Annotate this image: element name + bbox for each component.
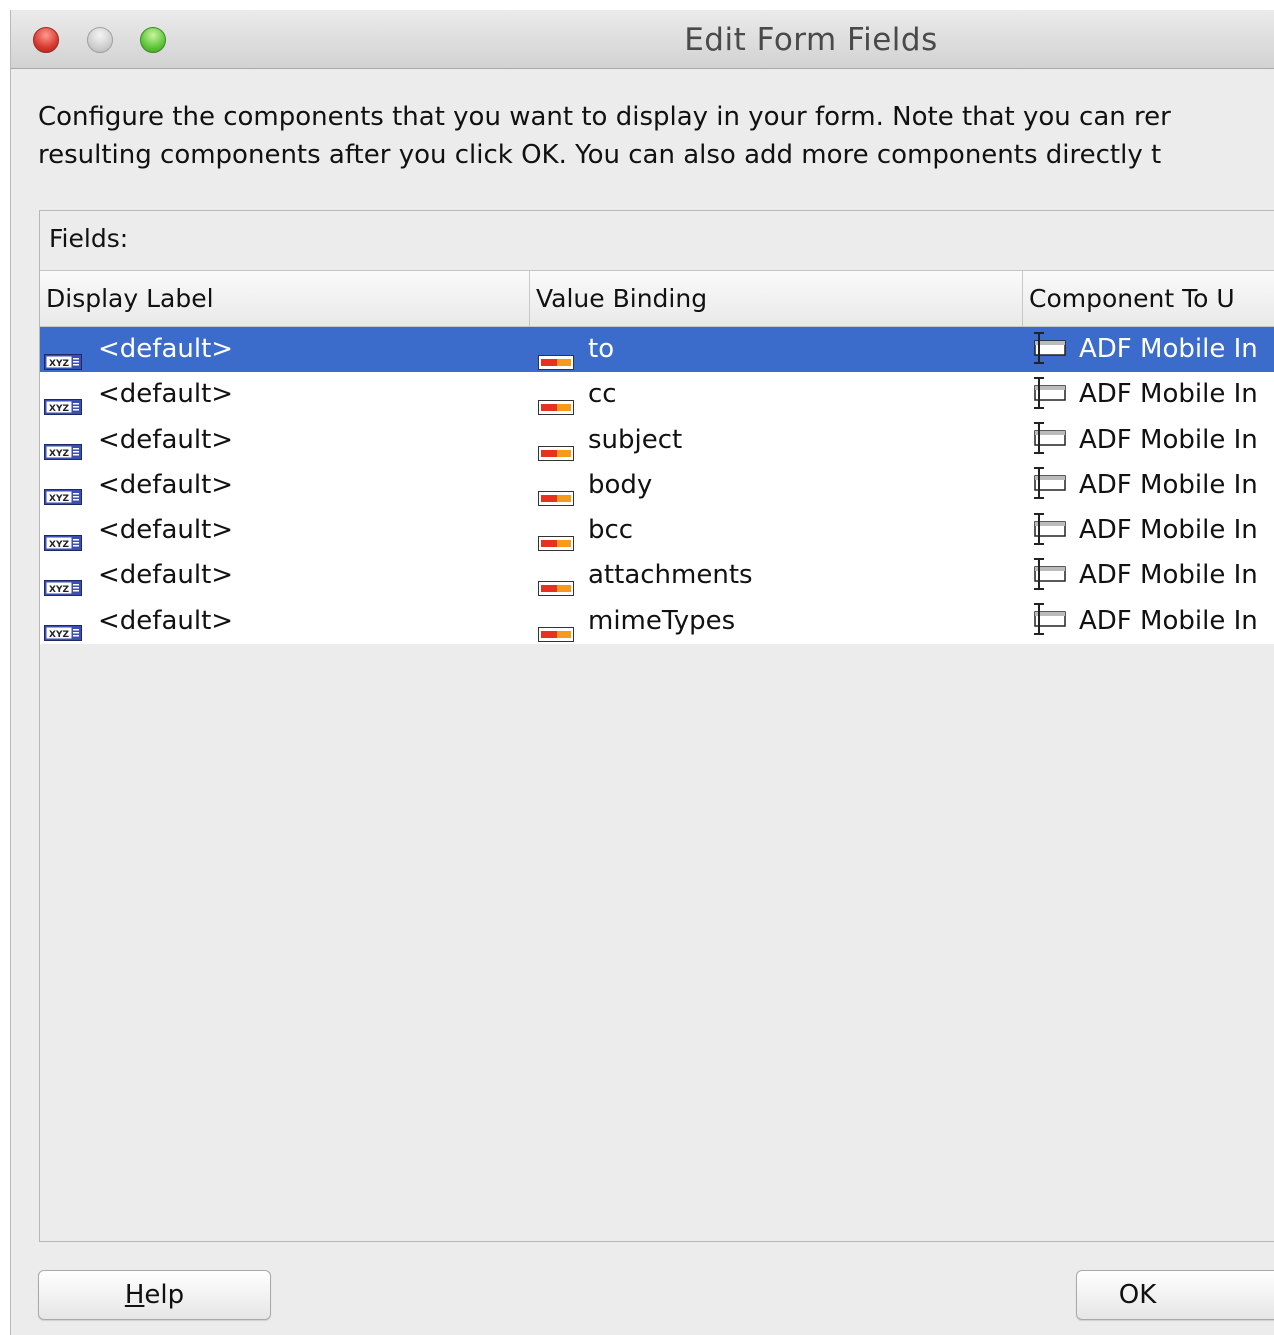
table-row[interactable]: XYZ <default> attachments ADF Mobile In xyxy=(40,553,1274,599)
window-title: Edit Form Fields xyxy=(684,22,938,58)
component-text: ADF Mobile In xyxy=(1079,334,1258,364)
attribute-binding-icon xyxy=(538,566,574,597)
display-label-text: <default> xyxy=(98,560,234,591)
value-binding-cell[interactable]: to xyxy=(538,327,1018,372)
display-label-text: <default> xyxy=(98,469,234,500)
display-label-cell[interactable]: XYZ <default> xyxy=(44,372,524,417)
display-label-cell[interactable]: XYZ <default> xyxy=(44,418,524,463)
display-label-cell[interactable]: XYZ <default> xyxy=(44,327,524,372)
ok-button[interactable]: OK xyxy=(1076,1270,1274,1320)
display-label-text: <default> xyxy=(98,334,234,364)
display-label-text: <default> xyxy=(98,424,234,455)
description-line-1: Configure the components that you want t… xyxy=(38,102,1171,132)
column-header-display-label[interactable]: Display Label xyxy=(40,271,530,326)
svg-text:XYZ: XYZ xyxy=(49,449,69,459)
value-binding-cell[interactable]: body xyxy=(538,463,1018,508)
attribute-binding-icon xyxy=(538,340,574,370)
dialog-description: Configure the components that you want t… xyxy=(38,98,1274,174)
svg-text:XYZ: XYZ xyxy=(49,540,69,550)
xyz-label-icon: XYZ xyxy=(44,566,82,596)
xyz-label-icon: XYZ xyxy=(44,521,82,551)
value-binding-text: subject xyxy=(588,424,683,455)
fields-table: Display Label Value Binding Component To… xyxy=(40,270,1274,1241)
fields-panel: Fields: Display Label Value Binding Comp… xyxy=(39,210,1274,1242)
help-label: elp xyxy=(144,1280,185,1310)
component-cell[interactable]: ADF Mobile In xyxy=(1027,463,1274,508)
xyz-label-icon: XYZ xyxy=(44,385,82,415)
value-binding-text: to xyxy=(588,334,615,364)
attribute-binding-icon xyxy=(538,612,574,642)
value-binding-text: cc xyxy=(588,379,617,410)
svg-text:XYZ: XYZ xyxy=(49,494,69,504)
input-text-component-icon xyxy=(1027,376,1067,410)
component-cell[interactable]: ADF Mobile In xyxy=(1027,508,1274,553)
ok-label: OK xyxy=(1118,1280,1157,1310)
svg-text:XYZ: XYZ xyxy=(49,359,69,369)
display-label-text: <default> xyxy=(98,605,234,636)
xyz-label-icon: XYZ xyxy=(44,340,82,370)
fields-label: Fields: xyxy=(49,224,129,253)
input-text-component-icon xyxy=(1027,421,1067,455)
input-text-component-icon xyxy=(1027,557,1067,591)
svg-text:XYZ: XYZ xyxy=(49,630,69,640)
value-binding-text: attachments xyxy=(588,560,753,591)
description-line-2: resulting components after you click OK.… xyxy=(38,140,1162,170)
table-row[interactable]: XYZ <default> to ADF Mobile In xyxy=(40,327,1274,373)
display-label-text: <default> xyxy=(98,379,234,410)
component-cell[interactable]: ADF Mobile In xyxy=(1027,327,1274,372)
table-row[interactable]: XYZ <default> body ADF Mobile In xyxy=(40,462,1274,509)
value-binding-cell[interactable]: cc xyxy=(538,372,1018,417)
component-text: ADF Mobile In xyxy=(1079,469,1258,500)
component-text: ADF Mobile In xyxy=(1079,605,1258,636)
xyz-label-icon: XYZ xyxy=(44,475,82,506)
attribute-binding-icon xyxy=(538,385,574,416)
attribute-binding-icon xyxy=(538,521,574,552)
value-binding-text: bcc xyxy=(588,515,634,546)
xyz-label-icon: XYZ xyxy=(44,430,82,461)
input-text-component-icon xyxy=(1027,512,1067,546)
column-header-component[interactable]: Component To U xyxy=(1023,271,1274,326)
component-cell[interactable]: ADF Mobile In xyxy=(1027,553,1274,598)
display-label-cell[interactable]: XYZ <default> xyxy=(44,463,524,508)
input-text-component-icon xyxy=(1027,331,1067,365)
value-binding-cell[interactable]: bcc xyxy=(538,508,1018,553)
xyz-label-icon: XYZ xyxy=(44,611,82,642)
component-cell[interactable]: ADF Mobile In xyxy=(1027,372,1274,417)
value-binding-cell[interactable]: attachments xyxy=(538,553,1018,598)
help-button[interactable]: Help xyxy=(38,1270,271,1320)
value-binding-cell[interactable]: subject xyxy=(538,418,1018,463)
display-label-cell[interactable]: XYZ <default> xyxy=(44,599,524,644)
component-cell[interactable]: ADF Mobile In xyxy=(1027,418,1274,463)
display-label-cell[interactable]: XYZ <default> xyxy=(44,553,524,598)
table-body: XYZ <default> to ADF Mobile In XYZ <default> c… xyxy=(40,327,1274,645)
table-row[interactable]: XYZ <default> cc ADF Mobile In xyxy=(40,372,1274,418)
svg-text:XYZ: XYZ xyxy=(49,585,69,595)
table-header: Display Label Value Binding Component To… xyxy=(40,271,1274,327)
display-label-cell[interactable]: XYZ <default> xyxy=(44,508,524,553)
table-row[interactable]: XYZ <default> mimeTypes ADF Mobile In xyxy=(40,598,1274,645)
table-row[interactable]: XYZ <default> bcc ADF Mobile In xyxy=(40,508,1274,554)
display-label-text: <default> xyxy=(98,515,234,546)
component-text: ADF Mobile In xyxy=(1079,515,1258,546)
dialog-window: Edit Form Fields Configure the component… xyxy=(10,10,1274,1335)
svg-text:XYZ: XYZ xyxy=(49,404,69,414)
table-row[interactable]: XYZ <default> subject ADF Mobile In xyxy=(40,417,1274,463)
input-text-component-icon xyxy=(1027,602,1067,636)
component-text: ADF Mobile In xyxy=(1079,379,1258,410)
column-header-value-binding[interactable]: Value Binding xyxy=(530,271,1023,326)
value-binding-cell[interactable]: mimeTypes xyxy=(538,599,1018,644)
help-mnemonic: H xyxy=(124,1280,145,1310)
component-cell[interactable]: ADF Mobile In xyxy=(1027,599,1274,644)
component-text: ADF Mobile In xyxy=(1079,560,1258,591)
value-binding-text: mimeTypes xyxy=(588,605,736,636)
attribute-binding-icon xyxy=(538,431,574,461)
input-text-component-icon xyxy=(1027,466,1067,500)
title-bar[interactable]: Edit Form Fields xyxy=(11,10,1274,69)
attribute-binding-icon xyxy=(538,476,574,506)
value-binding-text: body xyxy=(588,469,653,500)
component-text: ADF Mobile In xyxy=(1079,424,1258,455)
